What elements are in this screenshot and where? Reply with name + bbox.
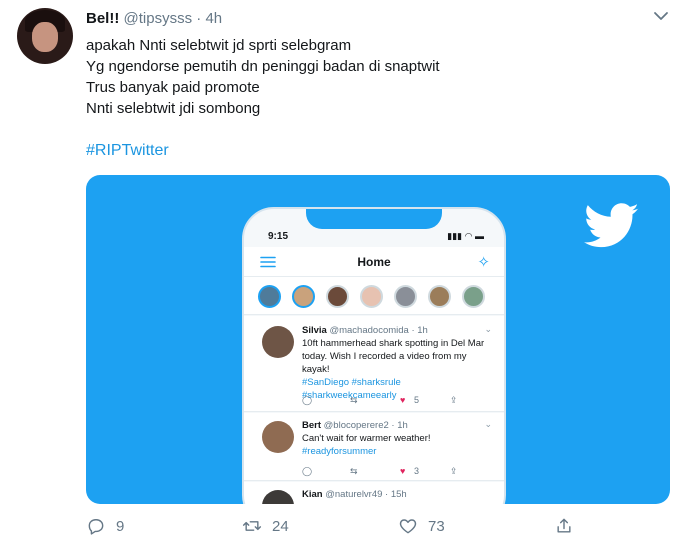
reply-icon: ◯ [302, 466, 313, 476]
fleet-avatar [360, 285, 383, 308]
timestamp[interactable]: 4h [205, 10, 222, 27]
reply-icon [88, 519, 104, 535]
like-count: 73 [428, 517, 445, 535]
phone-tweet-content: Silvia @machadocomida · 1h 10ft hammerhe… [302, 324, 490, 402]
tweet-text: apakah Nnti selebtwit jd sprti selebgram… [86, 35, 440, 119]
phone-tweet-text: Can't wait for warmer weather! [302, 433, 431, 444]
phone-tweet-avatar [262, 421, 294, 453]
retweet-icon: ⇆ [350, 466, 358, 476]
reply-count: 9 [116, 517, 125, 535]
phone-tweet-content: Kian @naturelvr49 · 15h [302, 488, 490, 501]
retweet-count: 24 [272, 517, 289, 535]
phone-tweet: ⌄ Silvia @machadocomida · 1h 10ft hammer… [244, 316, 504, 412]
phone-tweet-avatar [262, 326, 294, 358]
tweet-line: apakah Nnti selebtwit jd sprti selebgram [86, 37, 352, 54]
phone-status-time: 9:15 [268, 231, 289, 242]
reply-icon: ◯ [302, 395, 313, 405]
phone-tweet-handle: @blocoperere2 · 1h [323, 420, 408, 431]
fleet-avatar [292, 285, 315, 308]
battery-icon: ▮▮▮ ◠ ▬ [447, 231, 484, 241]
phone-tweet-handle: @machadocomida · 1h [329, 325, 428, 336]
phone-tweet-hashtags: #SanDiego #sharksrule #sharkweekcameearl… [302, 377, 401, 401]
tweet-header: Bel!! @tipsysss · 4h [86, 10, 222, 27]
fleet-avatar [394, 285, 417, 308]
sparkle-icon: ✧ [477, 254, 490, 271]
heart-icon: ♥ [400, 395, 406, 405]
share-icon: ⇪ [450, 395, 458, 405]
phone-like-count: 5 [414, 395, 420, 405]
phone-tweet-handle: @naturelvr49 · 15h [325, 489, 407, 500]
fleet-avatar [462, 285, 485, 308]
share-icon: ⇪ [450, 466, 458, 476]
tweet-line: Nnti selebtwit jdi sombong [86, 100, 261, 117]
retweet-button[interactable]: 24 [242, 514, 289, 538]
phone-title: Home [357, 255, 391, 269]
heart-icon: ♥ [400, 466, 406, 476]
phone-tweet-text: 10ft hammerhead shark spotting in Del Ma… [302, 338, 485, 375]
phone-notch [306, 209, 442, 229]
reply-button[interactable]: 9 [86, 514, 124, 538]
fleet-avatar [326, 285, 349, 308]
fleet-avatar [428, 285, 451, 308]
twitter-bird-icon [584, 203, 639, 248]
share-button[interactable] [554, 514, 574, 538]
phone-tweet: ⌄ Bert @blocoperere2 · 1h Can't wait for… [244, 413, 504, 481]
phone-tweet: Kian @naturelvr49 · 15h [244, 482, 504, 504]
tweet: Bel!! @tipsysss · 4h apakah Nnti selebtw… [0, 0, 700, 551]
phone-tweet-avatar [262, 490, 294, 504]
retweet-icon [242, 521, 262, 531]
handle[interactable]: @tipsysss [124, 10, 193, 27]
tweet-line: Trus banyak paid promote [86, 79, 260, 96]
avatar-face [32, 22, 58, 52]
heart-icon [399, 519, 417, 534]
phone-tweet-content: Bert @blocoperere2 · 1h Can't wait for w… [302, 419, 490, 458]
phone-tweet-name: Kian [302, 489, 323, 500]
display-name[interactable]: Bel!! [86, 10, 119, 27]
phone-mockup: 9:15 ▮▮▮ ◠ ▬ Home ✧ ⌄ Silvia @machadocom… [242, 207, 506, 504]
phone-like-count: 3 [414, 466, 420, 476]
fleet-avatar [258, 285, 281, 308]
tweet-media[interactable]: 9:15 ▮▮▮ ◠ ▬ Home ✧ ⌄ Silvia @machadocom… [86, 175, 670, 504]
tweet-actions: 9 24 73 [86, 514, 670, 538]
phone-tweet-name: Bert [302, 420, 322, 431]
like-button[interactable]: 73 [398, 514, 445, 538]
tweet-line: Yg ngendorse pemutih dn peninggi badan d… [86, 58, 440, 75]
avatar[interactable] [17, 8, 73, 64]
separator: · [196, 10, 202, 27]
retweet-icon: ⇆ [350, 395, 358, 405]
chevron-down-icon[interactable] [653, 10, 669, 22]
phone-tweet-hashtags: #readyforsummer [302, 446, 377, 457]
phone-app-header: Home ✧ [244, 247, 504, 277]
fleet-row [244, 277, 504, 315]
hashtag-link[interactable]: #RIPTwitter [86, 142, 169, 160]
phone-tweet-name: Silvia [302, 325, 327, 336]
share-icon [557, 518, 571, 533]
